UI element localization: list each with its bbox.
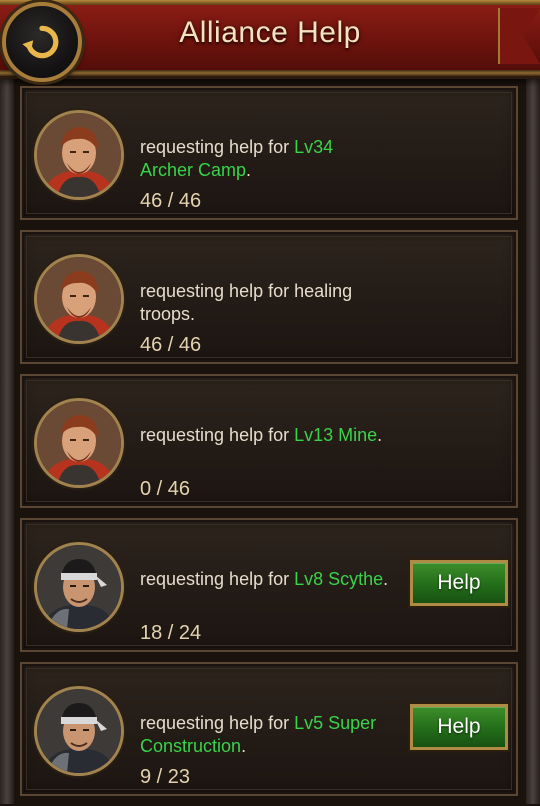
- help-count: 9 / 23: [140, 766, 191, 788]
- help-request-list: requesting help for Lv34 Archer Camp. 46…: [20, 86, 518, 806]
- request-text: requesting help for healing troops.: [140, 281, 353, 324]
- header-trim-bottom: [0, 70, 540, 76]
- bearded-warrior-icon: [34, 110, 124, 200]
- building-highlight: Lv8 Scythe: [294, 569, 384, 589]
- bearded-warrior-icon: [34, 398, 124, 488]
- headband-soldier-icon: [34, 686, 124, 776]
- help-button[interactable]: Help: [410, 704, 508, 750]
- request-message: requesting help for healing troops.: [140, 280, 390, 326]
- request-text: requesting help for: [140, 713, 295, 733]
- bearded-warrior-icon: [34, 254, 124, 344]
- request-message: requesting help for Lv13 Mine.: [140, 424, 390, 447]
- back-button[interactable]: [2, 2, 82, 82]
- help-count: 46 / 46: [140, 334, 202, 356]
- frame-rail-left: [0, 74, 14, 804]
- frame-rail-right: [526, 74, 540, 804]
- request-message: requesting help for Lv5 Super Constructi…: [140, 712, 390, 758]
- help-request-card: requesting help for Lv13 Mine. 0 / 46: [20, 374, 518, 508]
- request-text: requesting help for: [140, 569, 295, 589]
- request-suffix: .: [383, 569, 389, 589]
- back-arrow-icon: [22, 25, 59, 59]
- request-text: requesting help for: [140, 425, 295, 445]
- request-suffix: .: [377, 425, 383, 445]
- request-message: requesting help for Lv34 Archer Camp.: [140, 136, 390, 182]
- help-count: 18 / 24: [140, 622, 202, 644]
- request-suffix: .: [241, 736, 247, 756]
- headband-soldier-icon: [34, 542, 124, 632]
- help-button[interactable]: Help: [410, 560, 508, 606]
- help-request-card: requesting help for Lv5 Super Constructi…: [20, 662, 518, 796]
- help-request-card: requesting help for Lv8 Scythe. 18 / 24 …: [20, 518, 518, 652]
- request-message: requesting help for Lv8 Scythe.: [140, 568, 390, 591]
- help-count: 0 / 46: [140, 478, 191, 500]
- request-text: requesting help for: [140, 137, 295, 157]
- building-highlight: Lv13 Mine: [294, 425, 378, 445]
- request-suffix: .: [246, 160, 252, 180]
- help-request-card: requesting help for Lv34 Archer Camp. 46…: [20, 86, 518, 220]
- help-count: 46 / 46: [140, 190, 202, 212]
- help-request-card: requesting help for healing troops. 46 /…: [20, 230, 518, 364]
- header-trim: [0, 0, 540, 5]
